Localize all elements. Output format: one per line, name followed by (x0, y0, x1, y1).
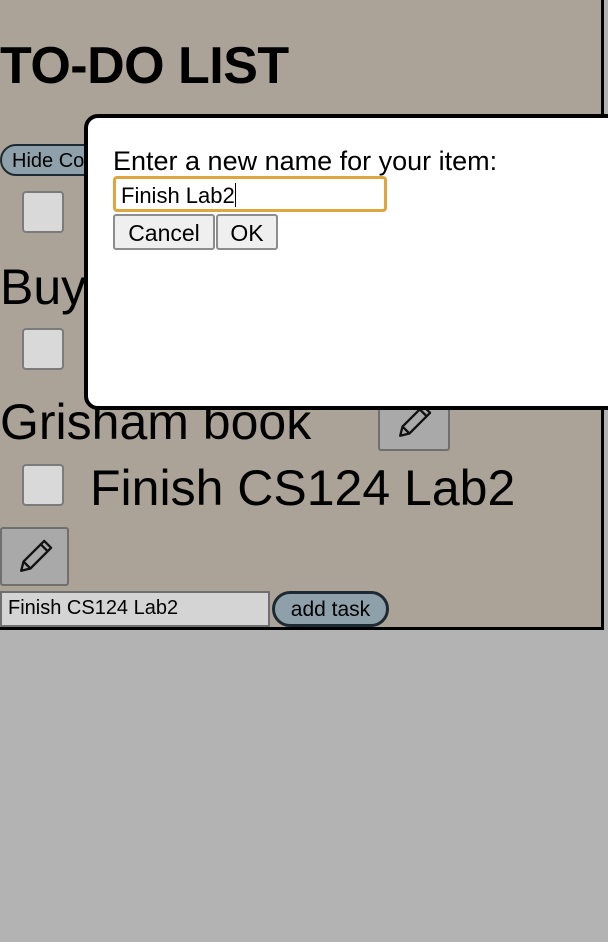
rename-dialog: Enter a new name for your item: Finish L… (84, 114, 608, 410)
text-caret (234, 183, 236, 207)
pencil-icon (19, 539, 52, 572)
ok-button[interactable]: OK (216, 214, 278, 250)
task-label: Finish CS124 Lab2 (90, 460, 516, 516)
page-title: TO-DO LIST (0, 37, 289, 95)
new-task-input[interactable]: Finish CS124 Lab2 (0, 591, 270, 627)
task-checkbox[interactable] (22, 328, 64, 370)
cancel-button[interactable]: Cancel (113, 214, 215, 250)
rename-input[interactable]: Finish Lab2 (113, 176, 387, 212)
edit-task-button[interactable] (0, 527, 69, 586)
task-checkbox[interactable] (22, 191, 64, 233)
dialog-message: Enter a new name for your item: (113, 146, 498, 176)
rename-input-value: Finish Lab2 (121, 183, 235, 208)
task-checkbox[interactable] (22, 464, 64, 506)
add-task-button[interactable]: add task (272, 591, 389, 627)
